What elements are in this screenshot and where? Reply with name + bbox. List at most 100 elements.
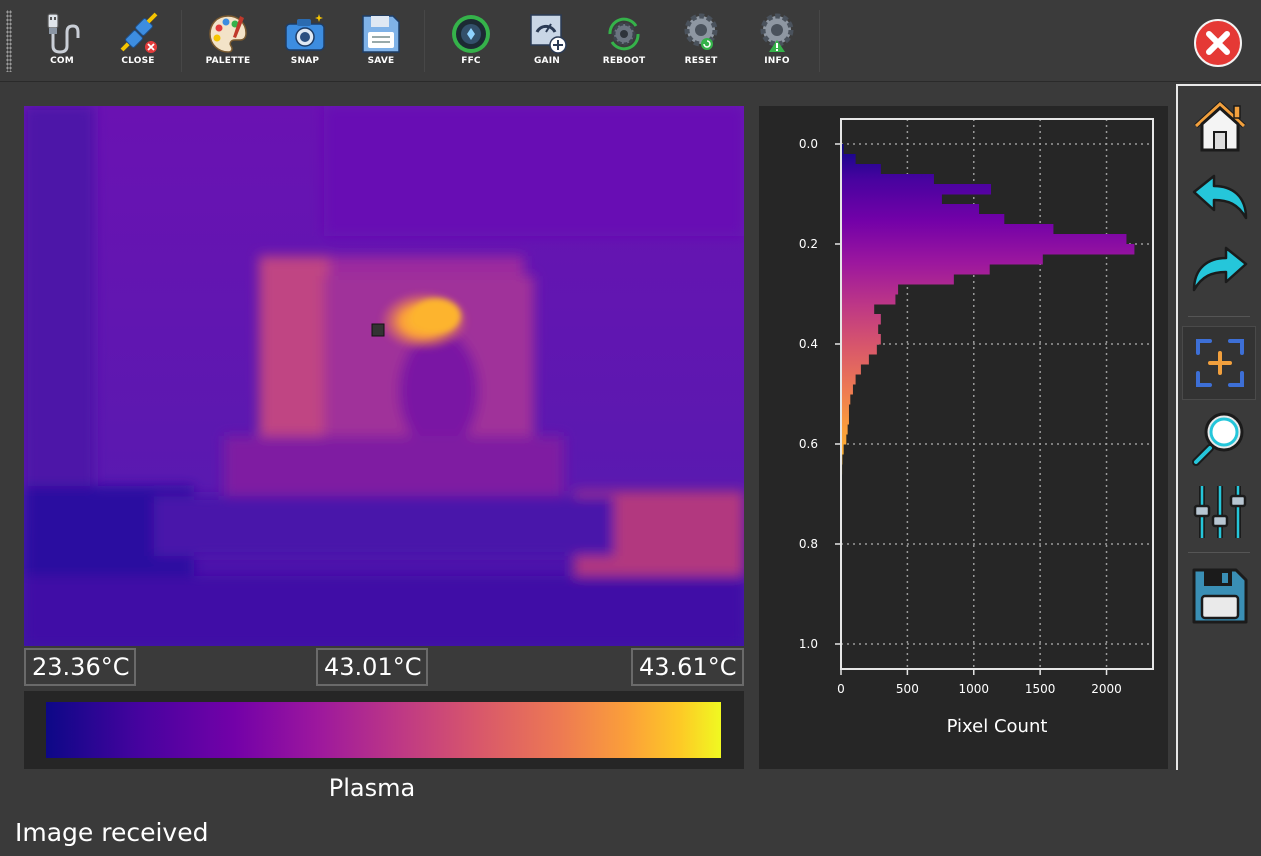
ffc-label: FFC bbox=[461, 56, 481, 66]
histogram-bar bbox=[841, 264, 990, 275]
palette-icon bbox=[209, 15, 247, 53]
floppy-icon bbox=[362, 15, 400, 53]
back-arrow-icon bbox=[1192, 174, 1248, 220]
y-tick-label: 0.4 bbox=[799, 337, 818, 351]
histogram-panel[interactable]: 0 500 1000 1500 2000 0.0 0.2 0.4 0.6 0.8 1.0 Pixel… bbox=[759, 106, 1168, 769]
y-tick-label: 0.0 bbox=[799, 137, 818, 151]
side-separator bbox=[1188, 316, 1250, 317]
save-disk-icon bbox=[1192, 568, 1248, 624]
reboot-icon bbox=[608, 17, 640, 51]
histogram-bar bbox=[841, 234, 1127, 245]
x-tick-label: 2000 bbox=[1091, 682, 1122, 696]
shutter-icon bbox=[452, 15, 490, 53]
back-button[interactable] bbox=[1188, 166, 1252, 230]
histogram-bar bbox=[841, 274, 954, 285]
center-temp-box: 43.01°C bbox=[316, 648, 428, 686]
histogram-bar bbox=[841, 224, 1054, 235]
histogram-bar bbox=[841, 344, 877, 355]
toolbar-separator bbox=[181, 10, 182, 72]
magnifier-icon bbox=[1192, 412, 1244, 466]
histogram-bar bbox=[841, 384, 853, 395]
magnifier-button[interactable] bbox=[1188, 406, 1252, 470]
palette-label: PALETTE bbox=[205, 56, 251, 66]
gain-button[interactable]: GAIN bbox=[515, 12, 579, 72]
close-connection-label: CLOSE bbox=[121, 56, 155, 66]
reset-label: RESET bbox=[684, 56, 718, 66]
histogram-bar bbox=[841, 254, 1043, 265]
main-toolbar: COM CLOSE PALETTE SNAP SAVE FFC GAIN REB… bbox=[0, 0, 1261, 82]
info-label: INFO bbox=[764, 56, 790, 66]
exit-button[interactable] bbox=[1193, 18, 1243, 68]
reset-button[interactable]: RESET bbox=[669, 12, 733, 72]
reset-gear-icon bbox=[684, 13, 718, 50]
histogram-bar bbox=[841, 244, 1135, 255]
thermal-viewer-app: COM CLOSE PALETTE SNAP SAVE FFC GAIN REB… bbox=[0, 0, 1261, 856]
forward-arrow-icon bbox=[1192, 246, 1248, 292]
reboot-button[interactable]: REBOOT bbox=[592, 12, 656, 72]
side-separator bbox=[1188, 552, 1250, 553]
histogram-bar bbox=[841, 154, 856, 165]
info-button[interactable]: INFO bbox=[745, 12, 809, 72]
y-tick-label: 1.0 bbox=[799, 637, 818, 651]
histogram-bar bbox=[841, 324, 879, 335]
toolbar-separator bbox=[819, 10, 820, 72]
spot-marker bbox=[371, 323, 385, 337]
zoom-rect-icon bbox=[1196, 339, 1244, 387]
histogram-bar bbox=[841, 354, 869, 365]
histogram-bar bbox=[841, 304, 875, 315]
x-tick-label: 1000 bbox=[958, 682, 989, 696]
histogram-bar bbox=[841, 364, 861, 375]
histogram-bar bbox=[841, 164, 881, 175]
gain-icon bbox=[530, 14, 567, 54]
zoom-rect-button[interactable] bbox=[1188, 331, 1252, 395]
close-connection-button[interactable]: CLOSE bbox=[106, 12, 170, 72]
temperature-readouts: 23.36°C 43.01°C 43.61°C bbox=[24, 646, 744, 688]
colorbar bbox=[46, 702, 721, 758]
status-bar-message: Image received bbox=[15, 818, 209, 847]
x-tick-label: 500 bbox=[896, 682, 919, 696]
adjust-button[interactable] bbox=[1188, 480, 1252, 544]
toolbar-grip[interactable] bbox=[6, 10, 12, 72]
histogram-bar bbox=[841, 374, 856, 385]
colormap-name: Plasma bbox=[328, 774, 416, 802]
sliders-icon bbox=[1193, 486, 1247, 538]
colorbar-panel bbox=[24, 691, 744, 769]
histogram-chart: 0 500 1000 1500 2000 0.0 0.2 0.4 0.6 0.8 1.0 Pixel… bbox=[799, 118, 1154, 737]
reboot-label: REBOOT bbox=[602, 56, 646, 66]
home-icon bbox=[1194, 101, 1246, 152]
y-tick-label: 0.8 bbox=[799, 537, 818, 551]
thermal-image[interactable] bbox=[24, 106, 744, 646]
histogram-bar bbox=[841, 414, 849, 425]
snap-label: SNAP bbox=[290, 56, 320, 66]
save-label: SAVE bbox=[367, 56, 395, 66]
com-label: COM bbox=[50, 56, 74, 66]
save-figure-button[interactable] bbox=[1188, 564, 1252, 628]
forward-button[interactable] bbox=[1188, 238, 1252, 302]
histogram-bar bbox=[841, 214, 1005, 225]
histogram-bar bbox=[841, 204, 980, 215]
histogram-bar bbox=[841, 184, 992, 195]
y-tick-label: 0.6 bbox=[799, 437, 818, 451]
y-tick-label: 0.2 bbox=[799, 237, 818, 251]
x-tick-label: 0 bbox=[837, 682, 845, 696]
max-temp-box: 43.61°C bbox=[631, 648, 744, 686]
toolbar-separator bbox=[424, 10, 425, 72]
histogram-bar bbox=[841, 334, 881, 345]
unplug-icon bbox=[120, 12, 158, 53]
save-button[interactable]: SAVE bbox=[349, 12, 413, 72]
histogram-bar bbox=[841, 314, 881, 325]
com-button[interactable]: COM bbox=[30, 12, 94, 72]
x-tick-label: 1500 bbox=[1025, 682, 1056, 696]
palette-button[interactable]: PALETTE bbox=[196, 12, 260, 72]
info-gear-icon bbox=[760, 13, 794, 52]
usb-cable-icon bbox=[47, 13, 80, 54]
min-temp-box: 23.36°C bbox=[24, 648, 136, 686]
home-button[interactable] bbox=[1188, 94, 1252, 158]
histogram-bar bbox=[841, 194, 942, 205]
x-axis-label: Pixel Count bbox=[947, 716, 1048, 737]
side-toolbar bbox=[1176, 84, 1261, 770]
gain-label: GAIN bbox=[533, 56, 561, 66]
ffc-button[interactable]: FFC bbox=[439, 12, 503, 72]
camera-icon bbox=[285, 14, 325, 51]
snap-button[interactable]: SNAP bbox=[273, 12, 337, 72]
